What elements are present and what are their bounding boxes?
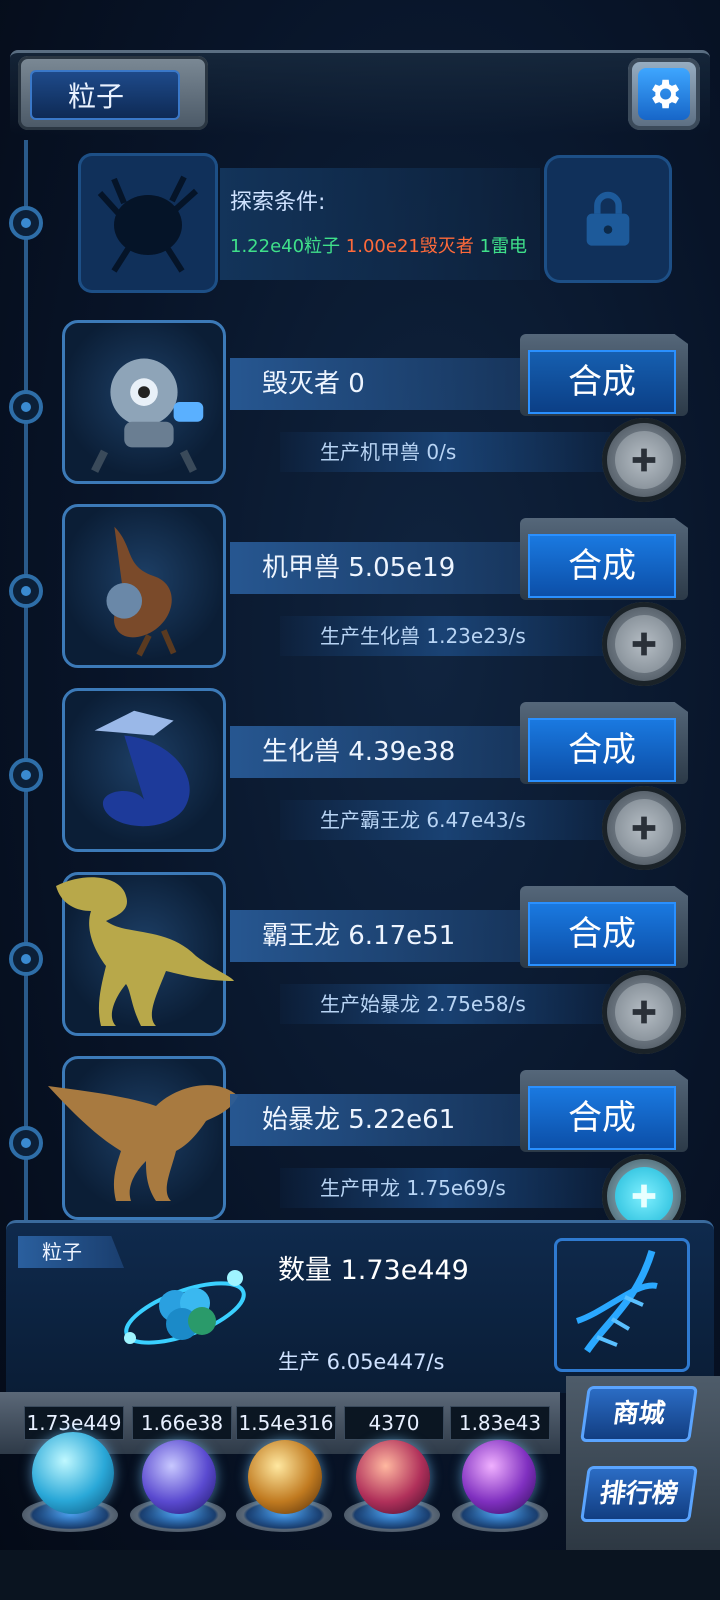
destroyer-production: 生产机甲兽 0/s bbox=[280, 432, 610, 472]
resource-value-lightning: 1.66e38 bbox=[132, 1406, 232, 1440]
destroyer-name-bar: 毁灭者 0 bbox=[230, 358, 550, 410]
bio-beast-icon bbox=[94, 710, 190, 827]
progress-rail bbox=[24, 140, 28, 1220]
leaderboard-button[interactable]: 排行榜 bbox=[580, 1466, 698, 1522]
requirement-destroyer: 1.00e21毁灭者 bbox=[345, 236, 474, 257]
upgrade-button-destroyer[interactable] bbox=[602, 418, 686, 502]
t-rex-name-bar: 霸王龙 6.17e51 bbox=[230, 910, 550, 962]
rail-node bbox=[9, 942, 43, 976]
t-rex-icon bbox=[56, 877, 234, 1026]
mech-beast-production: 生产生化兽 1.23e23/s bbox=[280, 616, 610, 656]
shop-button[interactable]: 商城 bbox=[580, 1386, 698, 1442]
lock-icon bbox=[586, 191, 630, 246]
plus-icon bbox=[615, 615, 673, 673]
resource-value-brain: 4370 bbox=[344, 1406, 444, 1440]
early-tyrant-icon bbox=[48, 1085, 238, 1201]
rail-lock-node bbox=[9, 206, 43, 240]
plus-icon bbox=[615, 1167, 673, 1225]
rail-node bbox=[9, 574, 43, 608]
rail-node bbox=[9, 758, 43, 792]
rail-node bbox=[9, 390, 43, 424]
bottom-strip bbox=[0, 1550, 720, 1600]
explore-condition-label: 探索条件: bbox=[230, 190, 326, 215]
mech-creature-icon bbox=[91, 358, 204, 473]
dna-icon bbox=[575, 1249, 658, 1353]
early-tyrant-production: 生产甲龙 1.75e69/s bbox=[280, 1168, 610, 1208]
settings-button-face[interactable] bbox=[638, 68, 690, 120]
plus-icon bbox=[615, 799, 673, 857]
page-title: 粒子 bbox=[30, 70, 180, 120]
bio-beast-portrait bbox=[62, 688, 226, 852]
rail-node bbox=[9, 1126, 43, 1160]
requirement-particle: 1.22e40粒子 bbox=[230, 236, 341, 257]
upgrade-button-mech-beast[interactable] bbox=[602, 602, 686, 686]
combine-button-destroyer[interactable]: 合成 bbox=[528, 350, 676, 414]
lightning-orb-icon[interactable] bbox=[142, 1440, 216, 1514]
requirements-list: 1.22e40粒子 1.00e21毁灭者 1雷电 bbox=[230, 232, 527, 258]
mech-beast-icon bbox=[106, 526, 177, 657]
gear-icon bbox=[652, 79, 680, 109]
upgrade-button-bio-beast[interactable] bbox=[602, 786, 686, 870]
resource-value-galaxy: 1.54e316 bbox=[236, 1406, 336, 1440]
requirement-thunder: 1雷电 bbox=[479, 236, 528, 257]
early-tyrant-name-bar: 始暴龙 5.22e61 bbox=[230, 1094, 550, 1146]
mech-beast-name-bar: 机甲兽 5.05e19 bbox=[230, 542, 550, 594]
plus-icon bbox=[615, 431, 673, 489]
particle-tab: 粒子 bbox=[18, 1236, 124, 1268]
brain-orb-icon[interactable] bbox=[356, 1440, 430, 1514]
upgrade-button-t-rex[interactable] bbox=[602, 970, 686, 1054]
combine-button-t-rex[interactable]: 合成 bbox=[528, 902, 676, 966]
combine-button-bio-beast[interactable]: 合成 bbox=[528, 718, 676, 782]
destroyer-portrait bbox=[62, 320, 226, 484]
dna-frame bbox=[554, 1238, 690, 1372]
galaxy-orb-icon[interactable] bbox=[248, 1440, 322, 1514]
particle-production: 生产 6.05e447/s bbox=[278, 1350, 445, 1374]
mech-beast-portrait bbox=[62, 504, 226, 668]
bio-beast-name-bar: 生化兽 4.39e38 bbox=[230, 726, 550, 778]
combine-button-mech-beast[interactable]: 合成 bbox=[528, 534, 676, 598]
particle-orb-icon[interactable] bbox=[32, 1432, 114, 1514]
combine-button-early-tyrant[interactable]: 合成 bbox=[528, 1086, 676, 1150]
locked-creature-silhouette-icon bbox=[97, 175, 199, 273]
vortex-orb-icon[interactable] bbox=[462, 1440, 536, 1514]
t-rex-production: 生产始暴龙 2.75e58/s bbox=[280, 984, 610, 1024]
locked-info-panel: 探索条件: 1.22e40粒子 1.00e21毁灭者 1雷电 bbox=[220, 168, 540, 280]
particle-cluster-icon bbox=[124, 1270, 246, 1345]
particle-count: 数量 1.73e449 bbox=[278, 1255, 469, 1286]
unlock-button[interactable] bbox=[544, 155, 672, 283]
locked-creature-portrait bbox=[78, 153, 218, 293]
plus-icon bbox=[615, 983, 673, 1041]
resource-value-vortex: 1.83e43 bbox=[450, 1406, 550, 1440]
bio-beast-production: 生产霸王龙 6.47e43/s bbox=[280, 800, 610, 840]
